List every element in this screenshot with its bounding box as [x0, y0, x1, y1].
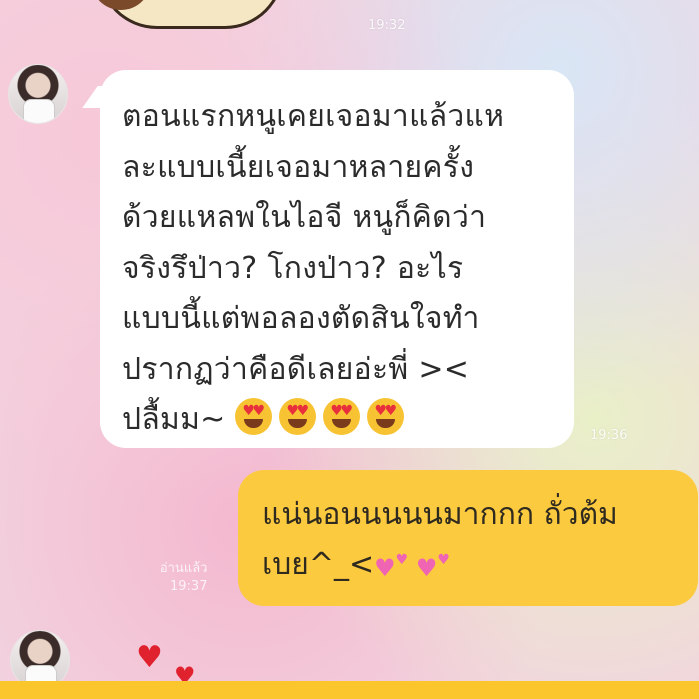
message-time-outgoing: 19:37	[170, 579, 208, 594]
message-line: แน่นอนนนนนมากกก ถั่วต้ม	[262, 497, 618, 532]
message-time-top: 19:32	[368, 18, 406, 33]
message-line: แบบนี้แต่พอลองตัดสินใจทำ	[122, 301, 480, 336]
incoming-message-bubble: ตอนแรกหนูเคยเจอมาแล้วแห ละแบบเนี้ยเจอมาห…	[100, 70, 574, 448]
message-line: ปรากฏว่าคือดีเลยอ่ะพี่ ><	[122, 351, 470, 387]
heart-eyes-emoji	[279, 398, 317, 435]
read-receipt: อ่านแล้ว 19:37	[150, 560, 208, 596]
heart-eyes-emoji	[323, 398, 361, 435]
message-line: ตอนแรกหนูเคยเจอมาแล้วแห	[122, 99, 505, 134]
message-line: จริงรึป่าว? โกงป่าว? อะไร	[122, 250, 464, 286]
read-label: อ่านแล้ว	[159, 561, 208, 576]
message-line-last: เบย^_<♥♥ ♥♥	[262, 540, 688, 597]
outgoing-message-bubble: แน่นอนนนนนมากกก ถั่วต้ม เบย^_<♥♥ ♥♥	[238, 470, 698, 606]
pink-hearts-emoji: ♥♥ ♥♥	[374, 552, 450, 582]
message-line: ด้วยแหลพในไอจี หนูก็คิดว่า	[122, 200, 487, 235]
sender-avatar[interactable]	[8, 64, 68, 124]
message-text: ปลื้มม~	[122, 402, 226, 437]
heart-sticker-icon: ♥	[136, 640, 163, 675]
message-text: เบย^_<	[262, 547, 375, 582]
message-line-last: ปลื้มม~	[122, 395, 558, 446]
message-time-incoming: 19:36	[590, 428, 628, 443]
bottom-bar	[0, 681, 699, 699]
heart-eyes-emoji	[235, 398, 273, 435]
message-line: ละแบบเนี้ยเจอมาหลายครั้ง	[122, 149, 475, 185]
heart-eyes-emoji	[367, 398, 405, 435]
sticker-image	[91, 0, 284, 29]
